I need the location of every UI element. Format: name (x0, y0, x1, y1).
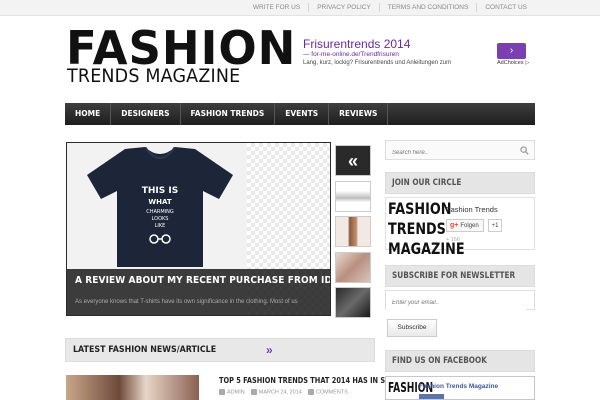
nav-home[interactable]: HOME (65, 103, 112, 125)
nav-reviews[interactable]: REVIEWS (329, 103, 389, 125)
site-logo-subtitle[interactable]: TRENDS MAGAZINE (67, 66, 240, 86)
shirt-text-3: CHARMING (146, 209, 174, 215)
search-icon[interactable] (520, 146, 529, 155)
shirt-text-4: LOOKS (152, 216, 169, 222)
slide-title[interactable]: A review about my recent purchase from I… (75, 275, 330, 286)
email-box (385, 290, 535, 312)
top-link-contact[interactable]: CONTACT US (476, 3, 535, 12)
shirt-text-2: WHAT (148, 198, 171, 206)
ad-url[interactable]: — for-me-online.de/Trendfrisuren (303, 51, 399, 58)
calendar-icon (250, 389, 257, 395)
google-plus-badge: FASHION TRENDS MAGAZINE Fashion Trends g… (385, 197, 535, 258)
newsletter-heading: Subscribe for Newsletter (385, 265, 535, 287)
badge-logo-line1[interactable]: FASHION (388, 199, 451, 219)
post-title[interactable]: Top 5 Fashion Trends that 2014 has in st… (219, 376, 405, 385)
facebook-widget: FASHION Fashion Trends Magazine (385, 376, 535, 400)
email-input[interactable] (386, 294, 526, 312)
search-input[interactable] (386, 144, 516, 162)
slide-caption: A review about my recent purchase from I… (67, 269, 330, 315)
top-links: WRITE FOR US PRIVACY POLICY TERMS AND CO… (245, 3, 535, 12)
slider-thumbnails: « (335, 145, 372, 323)
shirt-text-5: LIKE (155, 223, 166, 229)
double-arrow-icon: » (266, 343, 273, 357)
gplus-count: + 166 (446, 237, 460, 243)
subscribe-button[interactable]: Subscribe (387, 319, 437, 337)
post-author[interactable]: ADMIN (227, 389, 245, 395)
top-link-write[interactable]: WRITE FOR US (245, 3, 308, 12)
slider-thumbnail[interactable] (335, 180, 371, 212)
facebook-page-name[interactable]: Fashion Trends Magazine (419, 383, 498, 390)
nav-designers[interactable]: DESIGNERS (111, 103, 181, 125)
slider-prev-button[interactable]: « (335, 145, 371, 176)
slider-thumbnail[interactable] (335, 251, 371, 283)
comments-meta: COMMENTS (307, 389, 348, 395)
post-meta: ADMIN MARCH 24, 2014 COMMENTS (219, 389, 348, 395)
slider-thumbnail[interactable] (335, 216, 371, 247)
top-link-privacy[interactable]: PRIVACY POLICY (308, 3, 379, 12)
tshirt-image: THIS IS WHAT CHARMING LOOKS LIKE (87, 147, 233, 267)
shirt-text-1: THIS IS (142, 186, 178, 196)
section-title: Latest Fashion News/Article (73, 345, 217, 355)
gplus-page-name[interactable]: Fashion Trends (446, 205, 498, 214)
top-link-terms[interactable]: TERMS AND CONDITIONS (378, 3, 477, 12)
author-meta: ADMIN (219, 389, 245, 395)
site-logo[interactable]: FASHION (66, 25, 296, 71)
slide-excerpt: As everyone knows that T-shirts have its… (75, 299, 298, 305)
facebook-title: Find us on Facebook (392, 356, 487, 366)
gplus-follow-button[interactable]: g+ Folgen (446, 219, 484, 232)
join-circle-title: Join Our Circle (392, 178, 462, 188)
ad-title[interactable]: Frisurentrends 2014 (303, 37, 410, 51)
facebook-heading: Find us on Facebook (385, 350, 535, 372)
main-nav: HOME DESIGNERS FASHION TRENDS EVENTS REV… (65, 103, 535, 125)
adchoices-link[interactable]: AdChoices ▷ (497, 60, 529, 66)
newsletter-title: Subscribe for Newsletter (392, 271, 516, 281)
search-box (385, 140, 535, 162)
slider-thumbnail[interactable] (335, 287, 371, 318)
post-thumbnail[interactable] (66, 375, 199, 400)
latest-news-heading: Latest Fashion News/Article » (65, 338, 375, 362)
gplus-follow-label: Folgen (460, 223, 479, 229)
comment-icon (307, 389, 314, 395)
join-circle-heading: Join Our Circle (385, 172, 535, 194)
facebook-like-button[interactable] (419, 394, 444, 399)
post-comments[interactable]: COMMENTS (316, 389, 348, 395)
nav-fashion-trends[interactable]: FASHION TRENDS (181, 103, 276, 125)
nav-events[interactable]: EVENTS (275, 103, 330, 125)
gplus-icon: g+ (450, 222, 459, 229)
plus-one-button[interactable]: +1 (488, 219, 502, 232)
ad-arrow-button[interactable]: › (497, 43, 526, 59)
user-icon (219, 389, 225, 395)
date-meta: MARCH 24, 2014 (250, 389, 302, 396)
post-date: MARCH 24, 2014 (258, 389, 302, 396)
ad-description: Lang, kurz, lockig? Frisurentrends und A… (303, 60, 452, 66)
top-bar: WRITE FOR US PRIVACY POLICY TERMS AND CO… (0, 0, 600, 16)
featured-slider[interactable]: THIS IS WHAT CHARMING LOOKS LIKE A revie… (66, 142, 331, 316)
